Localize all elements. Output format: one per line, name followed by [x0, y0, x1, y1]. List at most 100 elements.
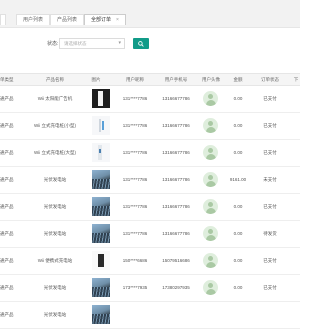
avatar-head	[208, 94, 213, 99]
tab-product-list[interactable]: 产品列表	[50, 14, 85, 25]
avatar-body	[205, 235, 216, 241]
cell-amount: 0.00	[233, 150, 243, 155]
cell-nick: 131****7786	[122, 204, 148, 209]
cell-name: Wii 立式充电桩(小型)	[34, 123, 76, 128]
cell-phone: 13166677786	[162, 204, 190, 209]
avatar	[203, 118, 218, 133]
cell-amount	[228, 301, 248, 328]
table-row[interactable]: 通产品 光伏发电站 173****7935 17380297935 0.00 已支付	[0, 274, 300, 302]
cell-name: 光伏发电站	[43, 204, 67, 209]
cell-status	[256, 301, 284, 328]
avatar-body	[205, 208, 216, 214]
status-filter-label: 状态:	[47, 41, 59, 47]
cell-name: Wii 太阳能广告机	[37, 96, 73, 101]
search-icon	[138, 40, 144, 47]
col-type: 单类型	[0, 77, 14, 82]
product-thumbnail	[92, 251, 110, 270]
cell-amount: 0.00	[233, 96, 243, 101]
table-row[interactable]: 通产品 光伏发电站 131****7786 13166677786 0.00 已支付	[0, 193, 300, 221]
close-icon[interactable]: ×	[116, 17, 119, 23]
avatar-body	[205, 127, 216, 133]
cell-phone: 13166677786	[162, 150, 190, 155]
table-row[interactable]: 通产品 Wii 便携式充电站 150****6686 15079516686 0.00 已…	[0, 247, 300, 275]
search-button[interactable]	[133, 38, 149, 49]
tab-label: 产品列表	[57, 17, 78, 23]
col-phone: 用户手机号	[164, 77, 188, 82]
avatar-head	[208, 283, 213, 288]
avatar	[203, 172, 218, 187]
cell-type: 通产品	[0, 231, 14, 236]
product-thumbnail	[92, 89, 110, 108]
cell-name: 光伏发电站	[43, 312, 67, 317]
cell-name: 光伏发电站	[43, 177, 67, 182]
cell-nick: 173****7935	[122, 285, 148, 290]
cell-type: 通产品	[0, 285, 14, 290]
cell-phone	[156, 301, 196, 328]
avatar	[203, 199, 218, 214]
table-row[interactable]: 通产品 Wii 立式充电桩(大型) 131****7786 13166677786 0.…	[0, 139, 300, 167]
cell-phone: 13166677786	[162, 96, 190, 101]
avatar	[203, 253, 218, 268]
cell-status: 未支付	[263, 177, 277, 182]
col-image: 图片	[91, 77, 101, 82]
cell-phone: 13166677786	[162, 123, 190, 128]
col-status: 订单状态	[261, 77, 279, 82]
product-thumbnail	[92, 278, 110, 297]
avatar-body	[205, 181, 216, 187]
avatar-head	[208, 121, 213, 126]
tab-home[interactable]	[0, 14, 6, 25]
cell-amount: 0.00	[233, 204, 243, 209]
table-row[interactable]: 通产品 光伏发电站 131****7786 13166677786 9161.00 未支付	[0, 166, 300, 194]
avatar	[203, 226, 218, 241]
cell-type: 通产品	[0, 258, 14, 263]
cell-nick: 131****7786	[122, 123, 148, 128]
table-row[interactable]: 通产品 Wii 太阳能广告机 131****7786 13166677786 0.00 已…	[0, 85, 300, 113]
cell-status: 已支付	[263, 285, 277, 290]
product-thumbnail	[92, 143, 110, 162]
avatar-body	[205, 100, 216, 106]
product-thumbnail	[92, 224, 110, 243]
table-row[interactable]: 通产品 光伏发电站 131****7786 13166677786 0.00 待发货	[0, 220, 300, 248]
avatar	[203, 280, 218, 295]
cell-amount: 0.00	[233, 231, 243, 236]
tab-all-orders[interactable]: 全部订单 ×	[84, 14, 126, 25]
product-thumbnail	[92, 197, 110, 216]
cell-amount: 9161.00	[229, 177, 247, 182]
cell-type: 通产品	[0, 123, 14, 128]
col-nickname: 用户昵称	[126, 77, 144, 82]
cell-type: 通产品	[0, 150, 14, 155]
col-avatar: 用户头像	[202, 77, 220, 82]
product-thumbnail	[92, 170, 110, 189]
cell-amount: 0.00	[233, 258, 243, 263]
tab-user-list[interactable]: 用户列表	[16, 14, 51, 25]
cell-name: Wii 立式充电桩(大型)	[34, 150, 76, 155]
cell-phone: 17380297935	[162, 285, 190, 290]
cell-nick: 131****7786	[122, 177, 148, 182]
table-row[interactable]: 通产品 Wii 立式充电桩(小型) 131****7786 13166677786 0.…	[0, 112, 300, 140]
product-thumbnail	[92, 116, 110, 135]
cell-status: 已支付	[263, 204, 277, 209]
col-product-name: 产品名称	[46, 77, 64, 82]
cell-name: 光伏发电站	[43, 231, 67, 236]
status-select[interactable]: 请选择状态 ▾	[59, 38, 125, 49]
table-row[interactable]: 通产品 光伏发电站	[0, 301, 300, 329]
avatar-head	[208, 229, 213, 234]
cell-amount: 0.00	[233, 123, 243, 128]
cell-phone: 15079516686	[162, 258, 190, 263]
cell-phone: 13166677786	[162, 231, 190, 236]
col-more: 下	[293, 77, 299, 82]
cell-status: 已支付	[263, 150, 277, 155]
cell-status: 已支付	[263, 123, 277, 128]
cell-nick: 150****6686	[122, 258, 148, 263]
avatar-body	[205, 289, 216, 295]
cell-name: Wii 便携式充电站	[37, 258, 73, 263]
avatar-head	[208, 202, 213, 207]
product-thumbnail	[92, 305, 110, 324]
avatar-head	[208, 148, 213, 153]
tab-label: 用户列表	[23, 17, 44, 23]
cell-status: 已支付	[263, 258, 277, 263]
tab-bar: 用户列表 产品列表 全部订单 ×	[0, 0, 300, 28]
avatar-body	[205, 154, 216, 160]
cell-status: 已支付	[263, 96, 277, 101]
cell-type: 通产品	[0, 96, 14, 101]
